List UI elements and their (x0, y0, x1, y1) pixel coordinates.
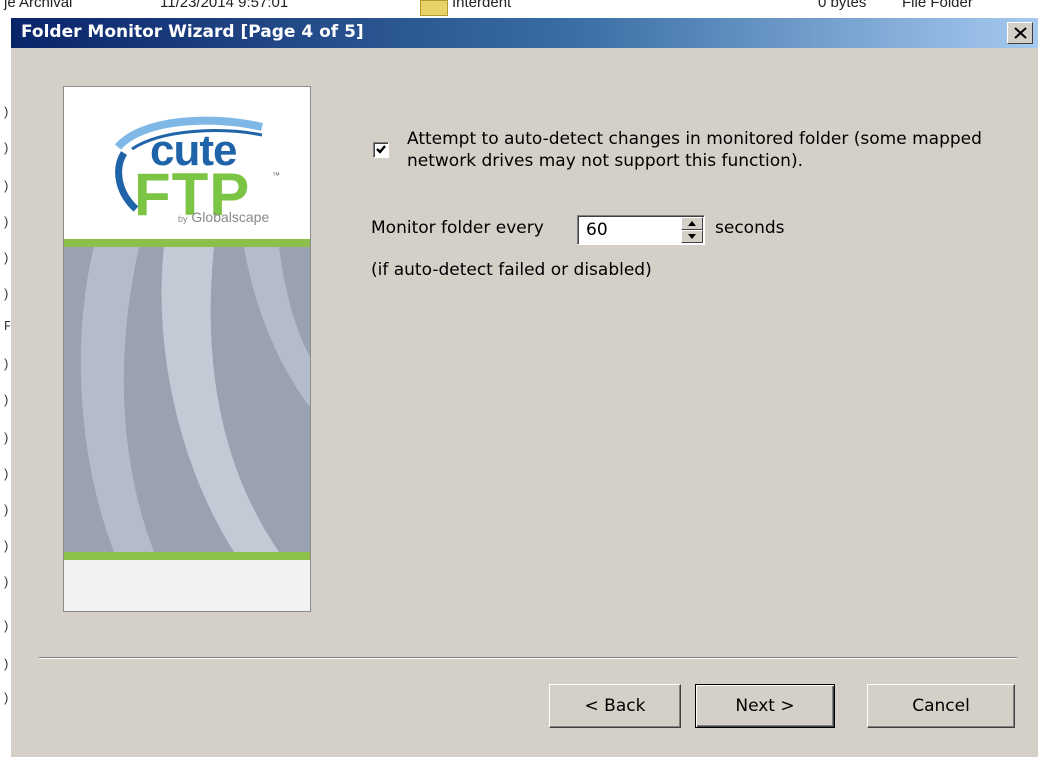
background-text: File Folder (902, 0, 973, 11)
background-text: 11/23/2014 9:57:01 (160, 0, 289, 11)
cancel-button[interactable]: Cancel (867, 684, 1015, 728)
background-text: je Archival (4, 0, 73, 11)
interval-note: (if auto-detect failed or disabled) (371, 260, 652, 280)
cuteftp-logo-panel: cute FTP ™ by Globalscape (63, 86, 311, 612)
monitor-interval-input[interactable]: 60 (586, 220, 666, 240)
seconds-label: seconds (715, 218, 785, 238)
folder-monitor-wizard-dialog: Folder Monitor Wizard [Page 4 of 5] cute… (10, 18, 1038, 757)
background-text: ) (4, 356, 9, 371)
auto-detect-checkbox[interactable] (373, 142, 389, 158)
dialog-title: Folder Monitor Wizard [Page 4 of 5] (21, 22, 364, 42)
background-text: ) (4, 140, 9, 155)
background-text: Interdent (452, 0, 512, 11)
logo-stripes (64, 247, 310, 552)
background-text: ) (4, 178, 9, 193)
background-text: ) (4, 502, 9, 517)
close-icon (1014, 27, 1027, 39)
arrow-up-icon (688, 221, 696, 226)
background-text: ) (4, 214, 9, 229)
logo-divider (64, 239, 310, 247)
screen: je Archival 11/23/2014 9:57:01 Interdent… (0, 0, 1038, 757)
background-text: 0 bytes (818, 0, 867, 11)
background-text: ) (4, 250, 9, 265)
next-button[interactable]: Next > (695, 684, 835, 728)
background-text: ) (4, 392, 9, 407)
logo-by: by (178, 214, 188, 224)
background-text: ) (4, 286, 9, 301)
background-text: ) (4, 656, 9, 671)
logo-company: Globalscape (191, 209, 270, 225)
auto-detect-label[interactable]: Attempt to auto-detect changes in monito… (407, 128, 1007, 172)
logo-footer (64, 560, 310, 611)
monitor-interval-spinbox[interactable]: 60 (577, 215, 705, 245)
checkmark-icon (376, 145, 386, 154)
close-button[interactable] (1007, 22, 1033, 44)
spin-buttons (681, 217, 703, 243)
title-bar[interactable]: Folder Monitor Wizard [Page 4 of 5] (11, 18, 1038, 48)
logo-stripes-graphic (64, 247, 310, 552)
logo-area: cute FTP ™ by Globalscape (64, 87, 310, 239)
spin-down-button[interactable] (681, 230, 703, 243)
arrow-down-icon (688, 234, 696, 239)
background-text: ) (4, 466, 9, 481)
background-text: ) (4, 104, 9, 119)
logo-trademark: ™ (272, 171, 280, 180)
background-text: ) (4, 430, 9, 445)
background-text: ) (4, 690, 9, 705)
background-text: ) (4, 574, 9, 589)
separator (39, 657, 1017, 659)
back-button[interactable]: < Back (549, 684, 681, 728)
background-text: ) (4, 618, 9, 633)
monitor-interval-label: Monitor folder every (371, 218, 544, 238)
spin-up-button[interactable] (681, 217, 703, 230)
folder-icon (420, 0, 448, 16)
background-text: ) (4, 538, 9, 553)
logo-divider (64, 552, 310, 560)
logo-byline: by Globalscape (178, 209, 269, 225)
background-window-row: je Archival 11/23/2014 9:57:01 Interdent… (0, 0, 1038, 18)
